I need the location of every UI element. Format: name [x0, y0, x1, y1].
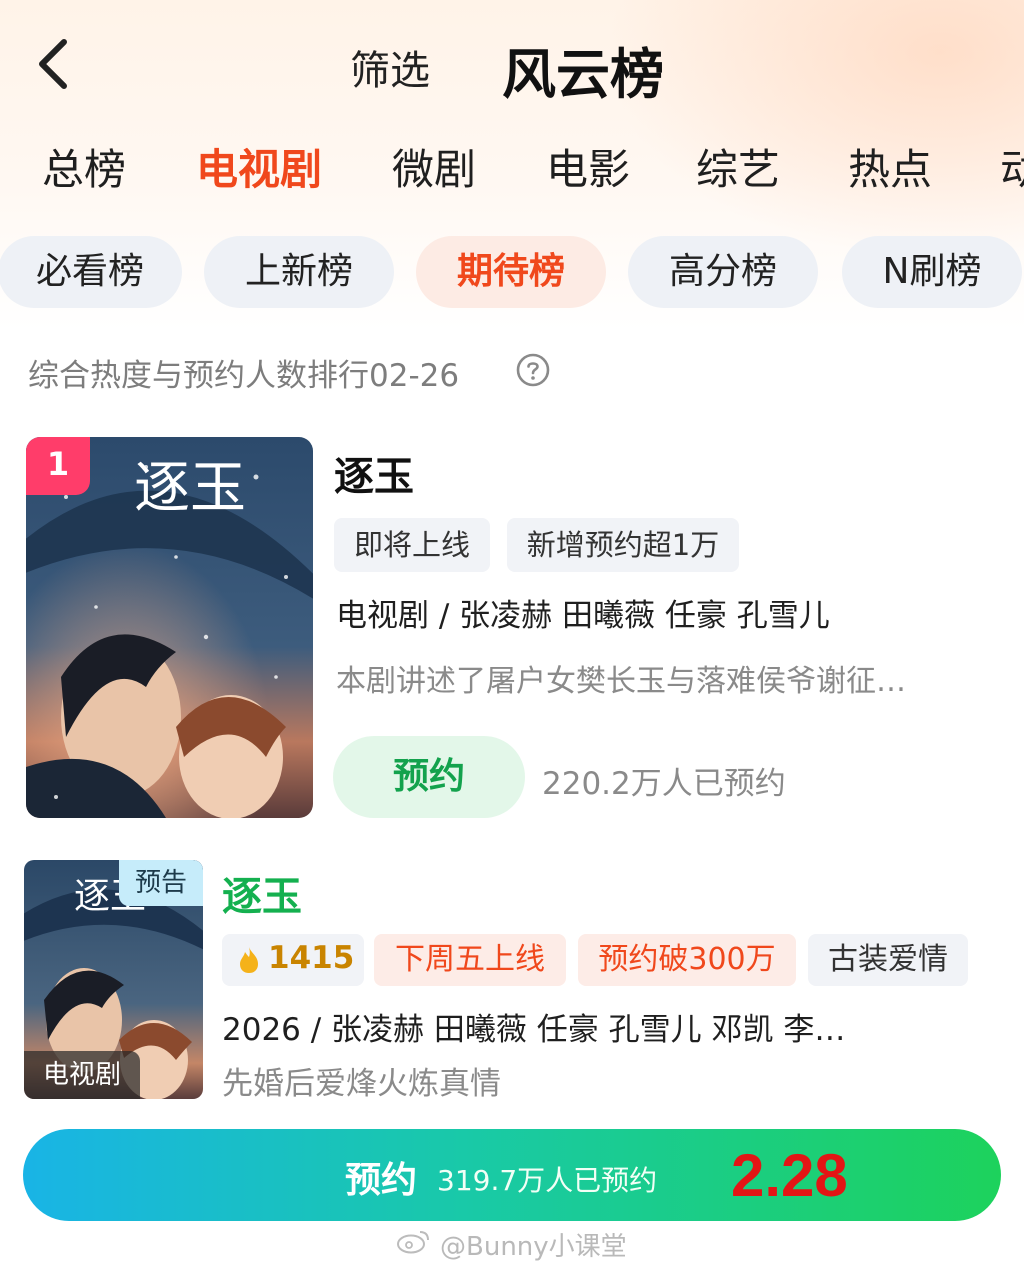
item1-poster[interactable]: 逐玉 1 [26, 437, 313, 818]
reserve-bar-button[interactable]: 预约 319.7万人已预约 2.28 [23, 1129, 1001, 1221]
reserve-count: 220.2万人已预约 [542, 766, 786, 802]
item1-tag: 新增预约超1万 [507, 518, 739, 572]
poster-title-text: 逐玉 [134, 456, 246, 521]
reserve-bar-count: 319.7万人已预约 [437, 1164, 658, 1197]
filter-button[interactable]: 筛选 [350, 38, 430, 96]
tab-hot[interactable]: 热点 [848, 136, 932, 197]
reserve-button[interactable]: 预约 [333, 736, 525, 818]
category-tabs: 总榜 电视剧 微剧 电影 综艺 热点 动 [0, 136, 1024, 200]
item2-description: 先婚后爱烽火炼真情 [222, 1066, 501, 1102]
trailer-badge: 预告 [119, 860, 203, 906]
item2-poster[interactable]: 逐玉 预告 电视剧 [24, 860, 203, 1099]
rank-pills: 必看榜 上新榜 期待榜 高分榜 N刷榜 [0, 236, 1024, 310]
tab-variety[interactable]: 综艺 [696, 136, 780, 197]
item1-meta: 电视剧 / 张凌赫 田曦薇 任豪 孔雪儿 [336, 598, 830, 634]
item1-title[interactable]: 逐玉 [334, 444, 414, 502]
rank-badge: 1 [26, 437, 90, 495]
pill-must-watch[interactable]: 必看榜 [0, 236, 182, 308]
pill-high-score[interactable]: 高分榜 [628, 236, 818, 308]
page-title: 风云榜 [502, 43, 664, 106]
heat-tag: 1415 [222, 934, 364, 986]
watermark: @Bunny小课堂 [440, 1232, 627, 1262]
item2-tag: 预约破300万 [578, 934, 796, 986]
tab-animation[interactable]: 动 [1000, 136, 1024, 197]
item1-tag: 即将上线 [334, 518, 490, 572]
reserve-bar-label: 预约 [345, 1160, 418, 1201]
item2-tag: 古装爱情 [808, 934, 968, 986]
release-date: 2.28 [731, 1142, 848, 1209]
pill-rewatch[interactable]: N刷榜 [842, 236, 1022, 308]
flame-icon [240, 947, 258, 973]
pill-anticipated[interactable]: 期待榜 [416, 236, 606, 308]
rank-description: 综合热度与预约人数排行02-26 [28, 358, 460, 394]
item2-title[interactable]: 逐玉 [222, 864, 302, 922]
heat-value: 1415 [268, 940, 355, 976]
tab-tv-series[interactable]: 电视剧 [196, 136, 322, 197]
item2-meta: 2026 / 张凌赫 田曦薇 任豪 孔雪儿 邓凯 李… [222, 1012, 846, 1048]
item1-description: 本剧讲述了屠户女樊长玉与落难侯爷谢征… [336, 664, 906, 699]
tab-movie[interactable]: 电影 [546, 136, 630, 197]
type-badge: 电视剧 [24, 1051, 140, 1099]
weibo-icon [397, 1231, 429, 1254]
tab-all[interactable]: 总榜 [42, 136, 126, 197]
item2-tag: 下周五上线 [374, 934, 566, 986]
top-nav-bar: 筛选 风云榜 [0, 20, 1024, 110]
pill-new-release[interactable]: 上新榜 [204, 236, 394, 308]
chevron-left-icon [39, 39, 67, 89]
help-icon[interactable] [516, 353, 550, 387]
tab-micro-drama[interactable]: 微剧 [392, 136, 476, 197]
back-button[interactable] [30, 34, 80, 94]
